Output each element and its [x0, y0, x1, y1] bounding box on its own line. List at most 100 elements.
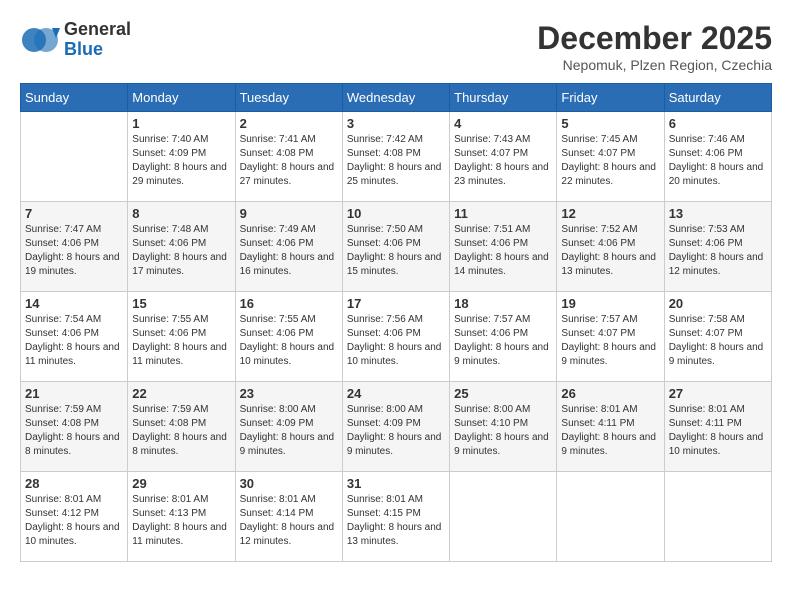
weekday-header-wednesday: Wednesday	[342, 84, 449, 112]
calendar-cell: 31Sunrise: 8:01 AMSunset: 4:15 PMDayligh…	[342, 472, 449, 562]
calendar-cell: 13 Sunrise: 7:53 AMSunset: 4:06 PMDayligh…	[664, 202, 771, 292]
calendar-cell: 18 Sunrise: 7:57 AMSunset: 4:06 PMDayligh…	[450, 292, 557, 382]
day-info: Sunrise: 7:59 AMSunset: 4:08 PMDaylight:…	[25, 403, 123, 459]
day-number: 5	[561, 116, 659, 131]
calendar-week-4: 21Sunrise: 7:59 AMSunset: 4:08 PMDayligh…	[21, 382, 772, 472]
day-info: Sunrise: 8:01 AMSunset: 4:13 PMDaylight:…	[132, 493, 230, 549]
calendar-cell: 5 Sunrise: 7:45 AMSunset: 4:07 PMDaylight…	[557, 112, 664, 202]
page-header: General Blue December 2025 Nepomuk, Plze…	[20, 20, 772, 73]
calendar-cell: 14 Sunrise: 7:54 AMSunset: 4:06 PMDayligh…	[21, 292, 128, 382]
day-number: 29	[132, 476, 230, 491]
weekday-header-saturday: Saturday	[664, 84, 771, 112]
day-info: Sunrise: 7:43 AMSunset: 4:07 PMDaylight:…	[454, 133, 552, 189]
day-info: Sunrise: 7:50 AMSunset: 4:06 PMDaylight:…	[347, 223, 445, 279]
calendar-cell: 20Sunrise: 7:58 AMSunset: 4:07 PMDayligh…	[664, 292, 771, 382]
day-info: Sunrise: 7:52 AMSunset: 4:06 PMDaylight:…	[561, 223, 659, 279]
day-info: Sunrise: 8:01 AMSunset: 4:11 PMDaylight:…	[669, 403, 767, 459]
calendar-cell: 16 Sunrise: 7:55 AMSunset: 4:06 PMDayligh…	[235, 292, 342, 382]
day-number: 25	[454, 386, 552, 401]
day-info: Sunrise: 7:57 AMSunset: 4:07 PMDaylight:…	[561, 313, 659, 369]
day-number: 19	[561, 296, 659, 311]
weekday-header-friday: Friday	[557, 84, 664, 112]
day-number: 15	[132, 296, 230, 311]
calendar-cell: 30 Sunrise: 8:01 AMSunset: 4:14 PMDayligh…	[235, 472, 342, 562]
weekday-header-tuesday: Tuesday	[235, 84, 342, 112]
calendar-cell: 25 Sunrise: 8:00 AMSunset: 4:10 PMDayligh…	[450, 382, 557, 472]
day-info: Sunrise: 7:58 AMSunset: 4:07 PMDaylight:…	[669, 313, 767, 369]
calendar-cell: 27 Sunrise: 8:01 AMSunset: 4:11 PMDayligh…	[664, 382, 771, 472]
day-info: Sunrise: 7:53 AMSunset: 4:06 PMDaylight:…	[669, 223, 767, 279]
day-info: Sunrise: 7:41 AMSunset: 4:08 PMDaylight:…	[240, 133, 338, 189]
day-number: 13	[669, 206, 767, 221]
calendar-table: SundayMondayTuesdayWednesdayThursdayFrid…	[20, 83, 772, 562]
logo-text: General Blue	[64, 20, 131, 60]
day-number: 17	[347, 296, 445, 311]
day-info: Sunrise: 8:01 AMSunset: 4:11 PMDaylight:…	[561, 403, 659, 459]
day-info: Sunrise: 8:00 AMSunset: 4:09 PMDaylight:…	[347, 403, 445, 459]
calendar-cell: 19 Sunrise: 7:57 AMSunset: 4:07 PMDayligh…	[557, 292, 664, 382]
day-number: 23	[240, 386, 338, 401]
day-info: Sunrise: 7:54 AMSunset: 4:06 PMDaylight:…	[25, 313, 123, 369]
day-number: 26	[561, 386, 659, 401]
calendar-cell: 1Sunrise: 7:40 AMSunset: 4:09 PMDaylight…	[128, 112, 235, 202]
weekday-header-monday: Monday	[128, 84, 235, 112]
day-number: 14	[25, 296, 123, 311]
day-info: Sunrise: 7:56 AMSunset: 4:06 PMDaylight:…	[347, 313, 445, 369]
calendar-cell: 22 Sunrise: 7:59 AMSunset: 4:08 PMDayligh…	[128, 382, 235, 472]
calendar-cell: 12 Sunrise: 7:52 AMSunset: 4:06 PMDayligh…	[557, 202, 664, 292]
day-info: Sunrise: 8:00 AMSunset: 4:10 PMDaylight:…	[454, 403, 552, 459]
day-info: Sunrise: 8:01 AMSunset: 4:14 PMDaylight:…	[240, 493, 338, 549]
calendar-week-2: 7 Sunrise: 7:47 AMSunset: 4:06 PMDaylight…	[21, 202, 772, 292]
day-info: Sunrise: 7:42 AMSunset: 4:08 PMDaylight:…	[347, 133, 445, 189]
day-number: 8	[132, 206, 230, 221]
day-info: Sunrise: 7:55 AMSunset: 4:06 PMDaylight:…	[240, 313, 338, 369]
calendar-week-5: 28Sunrise: 8:01 AMSunset: 4:12 PMDayligh…	[21, 472, 772, 562]
day-number: 18	[454, 296, 552, 311]
calendar-cell: 10 Sunrise: 7:50 AMSunset: 4:06 PMDayligh…	[342, 202, 449, 292]
calendar-cell: 8 Sunrise: 7:48 AMSunset: 4:06 PMDaylight…	[128, 202, 235, 292]
day-number: 3	[347, 116, 445, 131]
day-number: 9	[240, 206, 338, 221]
calendar-cell: 7 Sunrise: 7:47 AMSunset: 4:06 PMDaylight…	[21, 202, 128, 292]
day-info: Sunrise: 7:57 AMSunset: 4:06 PMDaylight:…	[454, 313, 552, 369]
logo: General Blue	[20, 20, 131, 60]
calendar-cell: 17 Sunrise: 7:56 AMSunset: 4:06 PMDayligh…	[342, 292, 449, 382]
calendar-cell	[21, 112, 128, 202]
calendar-cell: 4 Sunrise: 7:43 AMSunset: 4:07 PMDaylight…	[450, 112, 557, 202]
title-block: December 2025 Nepomuk, Plzen Region, Cze…	[537, 20, 772, 73]
calendar-cell: 11Sunrise: 7:51 AMSunset: 4:06 PMDayligh…	[450, 202, 557, 292]
day-info: Sunrise: 7:59 AMSunset: 4:08 PMDaylight:…	[132, 403, 230, 459]
day-number: 16	[240, 296, 338, 311]
calendar-cell: 28Sunrise: 8:01 AMSunset: 4:12 PMDayligh…	[21, 472, 128, 562]
day-info: Sunrise: 7:40 AMSunset: 4:09 PMDaylight:…	[132, 133, 230, 189]
day-number: 10	[347, 206, 445, 221]
day-number: 22	[132, 386, 230, 401]
day-info: Sunrise: 7:47 AMSunset: 4:06 PMDaylight:…	[25, 223, 123, 279]
day-info: Sunrise: 7:46 AMSunset: 4:06 PMDaylight:…	[669, 133, 767, 189]
day-number: 6	[669, 116, 767, 131]
logo-general: General	[64, 20, 131, 40]
weekday-header-thursday: Thursday	[450, 84, 557, 112]
day-number: 4	[454, 116, 552, 131]
weekday-header-sunday: Sunday	[21, 84, 128, 112]
day-info: Sunrise: 8:01 AMSunset: 4:12 PMDaylight:…	[25, 493, 123, 549]
day-info: Sunrise: 7:45 AMSunset: 4:07 PMDaylight:…	[561, 133, 659, 189]
calendar-cell: 2 Sunrise: 7:41 AMSunset: 4:08 PMDaylight…	[235, 112, 342, 202]
calendar-cell	[450, 472, 557, 562]
day-number: 7	[25, 206, 123, 221]
day-number: 2	[240, 116, 338, 131]
calendar-week-1: 1Sunrise: 7:40 AMSunset: 4:09 PMDaylight…	[21, 112, 772, 202]
day-number: 12	[561, 206, 659, 221]
day-number: 27	[669, 386, 767, 401]
weekday-header-row: SundayMondayTuesdayWednesdayThursdayFrid…	[21, 84, 772, 112]
calendar-cell: 3 Sunrise: 7:42 AMSunset: 4:08 PMDaylight…	[342, 112, 449, 202]
month-year: December 2025	[537, 20, 772, 57]
day-number: 30	[240, 476, 338, 491]
calendar-cell: 24 Sunrise: 8:00 AMSunset: 4:09 PMDayligh…	[342, 382, 449, 472]
calendar-cell: 26 Sunrise: 8:01 AMSunset: 4:11 PMDayligh…	[557, 382, 664, 472]
day-number: 24	[347, 386, 445, 401]
location: Nepomuk, Plzen Region, Czechia	[537, 57, 772, 73]
day-number: 11	[454, 206, 552, 221]
day-info: Sunrise: 7:48 AMSunset: 4:06 PMDaylight:…	[132, 223, 230, 279]
calendar-cell: 9Sunrise: 7:49 AMSunset: 4:06 PMDaylight…	[235, 202, 342, 292]
